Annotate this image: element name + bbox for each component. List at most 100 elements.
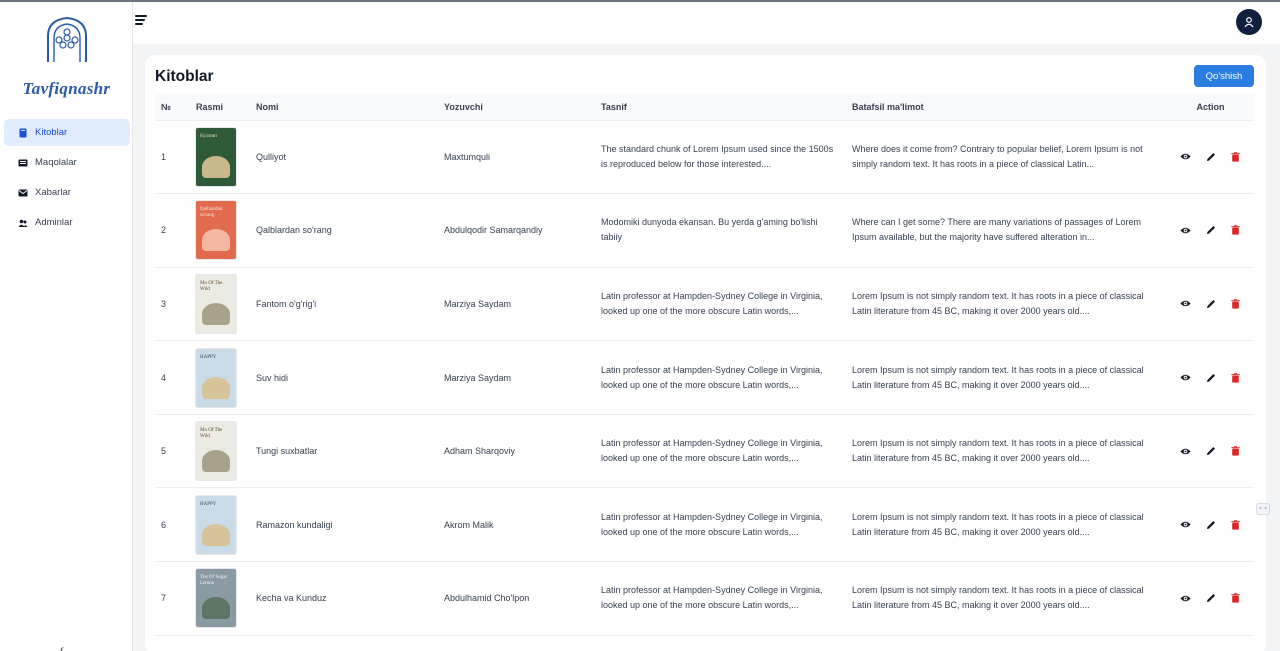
- sidebar: Tavfiqnashr Kitoblar Maqolalar Xabarlar …: [0, 2, 133, 651]
- page-title: Kitoblar: [155, 68, 214, 85]
- book-details: Lorem Ipsum is not simply random text. I…: [852, 290, 1144, 316]
- pencil-icon: [1206, 226, 1215, 235]
- book-summary: Latin professor at Hampden-Sydney Colleg…: [601, 511, 823, 537]
- edit-button[interactable]: [1205, 224, 1217, 236]
- book-summary-cell: Latin professor at Hampden-Sydney Colleg…: [595, 414, 846, 489]
- eye-icon: [1180, 522, 1191, 528]
- user-avatar[interactable]: [1236, 9, 1262, 35]
- table-row: 2 Qalblardan so'rang Qalblardan so'rang Abd…: [155, 193, 1254, 268]
- table-row: 7 The Of Sugar Lemon Kecha va Kunduz Abdulh…: [155, 561, 1254, 636]
- trash-icon: [1231, 446, 1240, 456]
- book-cover-cell: Qalblardan so'rang: [190, 193, 250, 268]
- table-body: 1 Куллият Qulliyot Maxtumquli The standard c…: [155, 120, 1254, 636]
- users-icon: [18, 219, 28, 227]
- book-details: Lorem Ipsum is not simply random text. I…: [852, 511, 1144, 537]
- view-button[interactable]: [1180, 298, 1192, 310]
- sidebar-item-adminlar[interactable]: Adminlar: [4, 209, 130, 236]
- book-summary-cell: Latin professor at Hampden-Sydney Colleg…: [595, 267, 846, 342]
- book-name: Fantom o'g'rig'i: [250, 267, 438, 342]
- cover-title: The Of Sugar Lemon: [200, 575, 228, 587]
- delete-button[interactable]: [1230, 298, 1242, 310]
- eye-icon: [1180, 227, 1191, 234]
- book-author: Abdulqodir Samarqandiy: [438, 193, 595, 268]
- col-number: №: [155, 94, 190, 121]
- book-cover-cell: HAPPY: [190, 340, 250, 415]
- delete-button[interactable]: [1230, 224, 1242, 236]
- view-button[interactable]: [1180, 519, 1192, 531]
- floating-chat-icon[interactable]: [1256, 503, 1270, 515]
- pencil-icon: [1206, 373, 1215, 382]
- trash-icon: [1231, 151, 1240, 162]
- sidebar-item-maqolalar[interactable]: Maqolalar: [4, 149, 130, 176]
- view-button[interactable]: [1180, 445, 1192, 457]
- delete-button[interactable]: [1230, 519, 1242, 531]
- row-number: 4: [155, 340, 190, 415]
- col-details: Batafsil ma'limot: [846, 94, 1161, 121]
- row-actions: [1161, 561, 1254, 636]
- delete-button[interactable]: [1230, 151, 1242, 163]
- pencil-icon: [1206, 299, 1215, 308]
- delete-button[interactable]: [1230, 445, 1242, 457]
- view-button[interactable]: [1180, 592, 1192, 604]
- envelope-icon: [18, 189, 28, 196]
- sidebar-nav: Kitoblar Maqolalar Xabarlar Adminlar: [4, 119, 130, 239]
- table-row: 6 HAPPY Ramazon kundaligi Akrom Malik Latin …: [155, 487, 1254, 563]
- sidebar-item-label: Xabarlar: [35, 187, 71, 198]
- book-details-cell: Lorem Ipsum is not simply random text. I…: [846, 487, 1161, 563]
- trash-icon: [1231, 299, 1240, 309]
- edit-button[interactable]: [1205, 298, 1217, 310]
- cover-art: [202, 155, 230, 178]
- delete-button[interactable]: [1230, 592, 1242, 604]
- sidebar-item-kitoblar[interactable]: Kitoblar: [4, 119, 130, 146]
- edit-button[interactable]: [1205, 151, 1217, 163]
- edit-button[interactable]: [1205, 372, 1217, 384]
- sidebar-item-label: Kitoblar: [35, 127, 68, 138]
- book-cover-image: HAPPY: [196, 495, 236, 554]
- book-summary: Modomiki dunyoda ekansan. Bu yerda g'ami…: [601, 217, 818, 243]
- book-summary: The standard chunk of Lorem Ipsum used s…: [601, 143, 834, 169]
- cover-art: [202, 229, 230, 252]
- sidebar-collapse-icon[interactable]: ‹: [60, 642, 64, 651]
- row-number: 7: [155, 561, 190, 636]
- book-cover-cell: HAPPY: [190, 487, 250, 563]
- edit-button[interactable]: [1205, 592, 1217, 604]
- logo-icon: [47, 16, 87, 62]
- add-book-button[interactable]: Qo'shish: [1194, 65, 1254, 87]
- row-actions: [1161, 340, 1254, 415]
- books-card: Kitoblar Qo'shish № Rasmi Nomi Yozuvchi …: [145, 55, 1266, 651]
- trash-icon: [1231, 593, 1240, 603]
- eye-icon: [1180, 595, 1191, 602]
- eye-icon: [1180, 301, 1191, 307]
- view-button[interactable]: [1180, 372, 1192, 384]
- cover-art: [202, 450, 230, 473]
- view-button[interactable]: [1180, 224, 1192, 236]
- book-author: Marziya Saydam: [438, 340, 595, 415]
- sidebar-item-xabarlar[interactable]: Xabarlar: [4, 179, 130, 206]
- user-icon: [1244, 17, 1254, 28]
- book-details: Lorem Ipsum is not simply random text. I…: [852, 585, 1144, 611]
- book-details: Lorem Ipsum is not simply random text. I…: [852, 364, 1144, 390]
- table-row: 3 Mo Of The Wild Fantom o'g'rig'i Marziya S…: [155, 267, 1254, 342]
- book-cover-image: HAPPY: [196, 348, 236, 407]
- edit-button[interactable]: [1205, 519, 1217, 531]
- brand-name: Tavfiqnashr: [22, 79, 111, 98]
- view-button[interactable]: [1180, 151, 1192, 163]
- row-actions: [1161, 267, 1254, 342]
- edit-button[interactable]: [1205, 445, 1217, 457]
- book-details-cell: Where can I get some? There are many var…: [846, 193, 1161, 268]
- book-details-cell: Lorem Ipsum is not simply random text. I…: [846, 561, 1161, 636]
- trash-icon: [1231, 372, 1240, 383]
- book-details: Where does it come from? Contrary to pop…: [852, 143, 1143, 169]
- book-details: Where can I get some? There are many var…: [852, 217, 1141, 243]
- cover-art: [202, 597, 230, 620]
- book-details-cell: Where does it come from? Contrary to pop…: [846, 120, 1161, 195]
- book-cover-image: Mo Of The Wild: [196, 422, 236, 481]
- delete-button[interactable]: [1230, 372, 1242, 384]
- sidebar-item-label: Maqolalar: [35, 157, 77, 168]
- row-actions: [1161, 487, 1254, 563]
- book-cover-image: The Of Sugar Lemon: [196, 569, 236, 628]
- trash-icon: [1231, 519, 1240, 530]
- book-name: Qalblardan so'rang: [250, 193, 438, 268]
- hamburger-icon[interactable]: [135, 15, 147, 26]
- newspaper-icon: [18, 159, 28, 166]
